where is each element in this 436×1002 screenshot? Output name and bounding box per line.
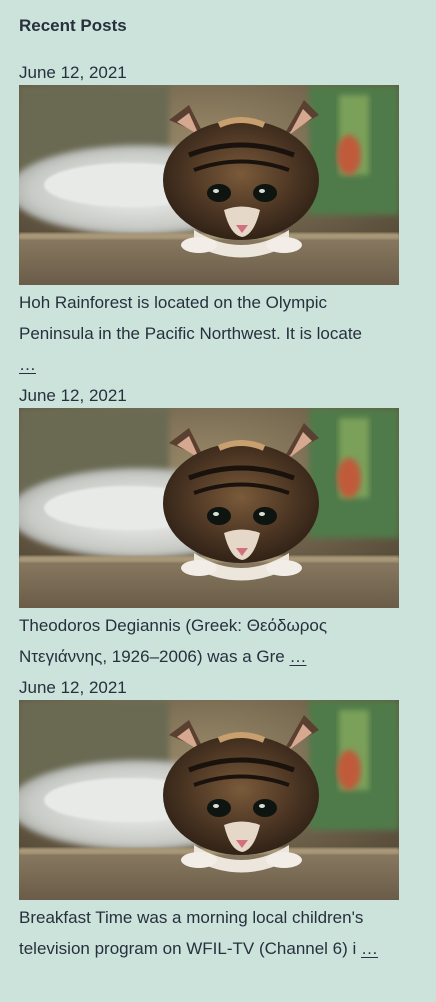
- post-thumbnail-link[interactable]: [19, 85, 399, 285]
- kitten-photo-image: [19, 700, 399, 900]
- post-item: June 12, 2021 Theodoros Degiannis (Greek…: [19, 385, 419, 672]
- kitten-photo-image: [19, 408, 399, 608]
- post-item: June 12, 2021 Hoh Rainforest is located …: [19, 62, 419, 380]
- read-more-link[interactable]: …: [19, 355, 36, 374]
- post-date: June 12, 2021: [19, 63, 127, 82]
- read-more-link[interactable]: …: [361, 939, 378, 958]
- post-excerpt-line: Peninsula in the Pacific Northwest. It i…: [19, 324, 362, 343]
- post-excerpt: Hoh Rainforest is located on the Olympic…: [19, 287, 399, 380]
- read-more-link[interactable]: …: [289, 647, 306, 666]
- post-excerpt: Theodoros Degiannis (Greek: Θεόδωρος Ντε…: [19, 610, 399, 672]
- post-excerpt: Breakfast Time was a morning local child…: [19, 902, 399, 964]
- widget-title: Recent Posts: [19, 16, 127, 35]
- post-thumbnail-link[interactable]: [19, 408, 399, 608]
- post-excerpt-line: Ντεγιάννης, 1926–2006) was a Gre: [19, 647, 285, 666]
- post-excerpt-line: Breakfast Time was a morning local child…: [19, 908, 364, 927]
- post-item: June 12, 2021 Breakfast Time was a morni…: [19, 677, 419, 964]
- post-excerpt-line: Hoh Rainforest is located on the Olympic: [19, 293, 328, 312]
- post-date: June 12, 2021: [19, 386, 127, 405]
- post-excerpt-line: Theodoros Degiannis (Greek: Θεόδωρος: [19, 616, 328, 635]
- post-thumbnail-link[interactable]: [19, 700, 399, 900]
- kitten-photo-image: [19, 85, 399, 285]
- post-date: June 12, 2021: [19, 678, 127, 697]
- post-excerpt-line: television program on WFIL-TV (Channel 6…: [19, 939, 357, 958]
